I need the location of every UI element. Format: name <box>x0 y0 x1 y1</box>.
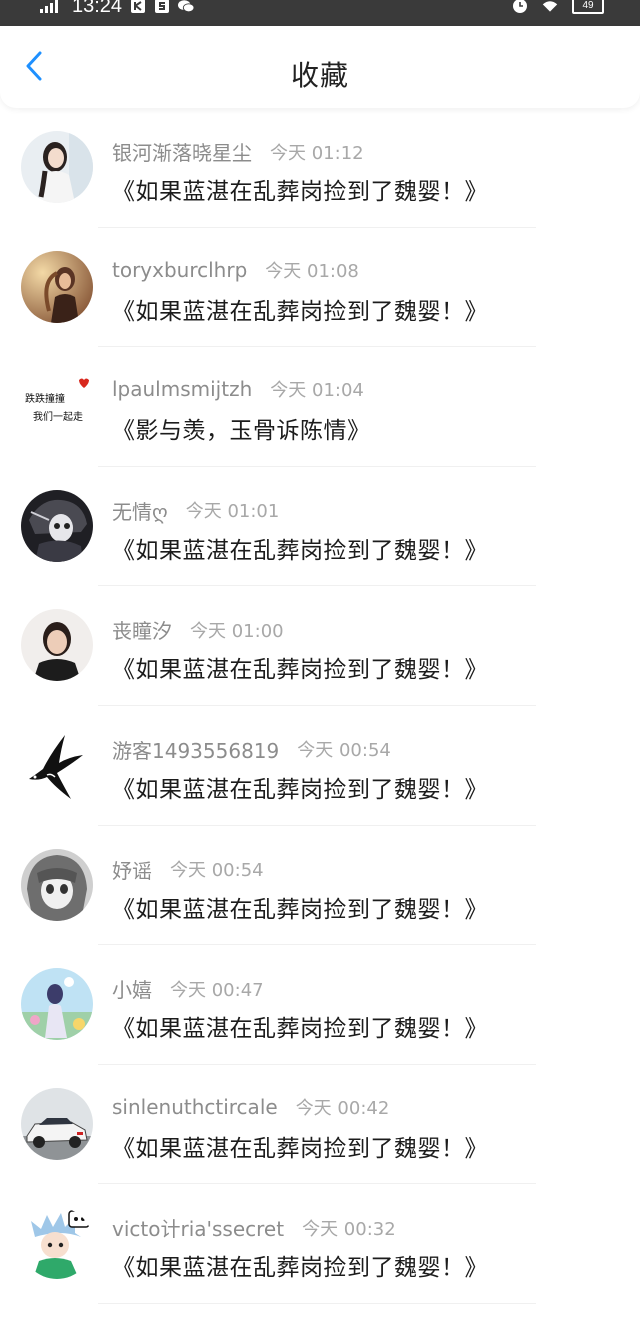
battery-icon: 49 <box>572 0 604 14</box>
timestamp: 今天 00:32 <box>302 1218 396 1240</box>
username[interactable]: victo计ria'ssecret <box>112 1213 284 1242</box>
avatar[interactable] <box>21 968 93 1041</box>
status-left: 13:24 <box>40 0 195 18</box>
avatar[interactable] <box>21 848 93 921</box>
avatar[interactable] <box>21 250 93 323</box>
wifi-icon <box>542 0 558 13</box>
avatar[interactable] <box>21 489 93 562</box>
username[interactable]: 无情ღ <box>112 496 168 525</box>
timestamp: 今天 00:47 <box>170 979 264 1001</box>
list-item[interactable]: 无情ღ 今天 01:01 《如果蓝湛在乱葬岗捡到了魏婴！》 <box>0 467 640 587</box>
timestamp: 今天 00:54 <box>170 860 264 882</box>
app-k-icon <box>130 0 146 13</box>
avatar[interactable] <box>21 1207 93 1280</box>
item-meta: 妤谣 今天 00:54 <box>112 855 264 884</box>
item-meta: 银河渐落晓星尘 今天 01:12 <box>112 137 364 166</box>
post-title[interactable]: 《如果蓝湛在乱葬岗捡到了魏婴！》 <box>112 172 488 206</box>
list-item[interactable]: toryxburclhrp 今天 01:08 《如果蓝湛在乱葬岗捡到了魏婴！》 <box>0 228 640 348</box>
item-meta: 丧瞳汐 今天 01:00 <box>112 615 284 644</box>
list-item[interactable]: 跌跌撞撞 我们一起走 lpaulmsmijtzh 今天 01:04 《影与羡，玉… <box>0 347 640 467</box>
username[interactable]: lpaulmsmijtzh <box>112 377 252 401</box>
post-title[interactable]: 《如果蓝湛在乱葬岗捡到了魏婴！》 <box>112 292 488 326</box>
username[interactable]: toryxburclhrp <box>112 258 247 282</box>
username[interactable]: 妤谣 <box>112 855 152 884</box>
favorites-list: 银河渐落晓星尘 今天 01:12 《如果蓝湛在乱葬岗捡到了魏婴！》 toryxb… <box>0 108 640 1304</box>
post-title[interactable]: 《如果蓝湛在乱葬岗捡到了魏婴！》 <box>112 1009 488 1043</box>
item-meta: victo计ria'ssecret 今天 00:32 <box>112 1213 396 1242</box>
list-item[interactable]: victo计ria'ssecret 今天 00:32 《如果蓝湛在乱葬岗捡到了魏… <box>0 1184 640 1304</box>
avatar[interactable]: 跌跌撞撞 我们一起走 <box>21 370 93 443</box>
timestamp: 今天 01:04 <box>270 380 364 402</box>
post-title[interactable]: 《如果蓝湛在乱葬岗捡到了魏婴！》 <box>112 890 488 924</box>
list-item[interactable]: 小嬉 今天 00:47 《如果蓝湛在乱葬岗捡到了魏婴！》 <box>0 945 640 1065</box>
post-title[interactable]: 《如果蓝湛在乱葬岗捡到了魏婴！》 <box>112 650 488 684</box>
signal-icon <box>40 0 58 13</box>
timestamp: 今天 01:12 <box>270 142 364 164</box>
header: 收藏 <box>0 26 640 108</box>
timestamp: 今天 00:42 <box>295 1097 390 1119</box>
post-title[interactable]: 《如果蓝湛在乱葬岗捡到了魏婴！》 <box>112 1129 488 1163</box>
item-meta: 小嬉 今天 00:47 <box>112 974 264 1003</box>
item-meta: 游客1493556819 今天 00:54 <box>112 735 391 764</box>
list-item[interactable]: 妤谣 今天 00:54 《如果蓝湛在乱葬岗捡到了魏婴！》 <box>0 826 640 946</box>
timestamp: 今天 01:08 <box>265 260 359 282</box>
item-meta: toryxburclhrp 今天 01:08 <box>112 257 359 283</box>
timestamp: 今天 01:00 <box>190 620 284 642</box>
status-right: 49 <box>512 0 604 18</box>
list-item[interactable]: sinlenuthctircale 今天 00:42 《如果蓝湛在乱葬岗捡到了魏… <box>0 1065 640 1185</box>
username[interactable]: 游客1493556819 <box>112 735 279 764</box>
post-title[interactable]: 《如果蓝湛在乱葬岗捡到了魏婴！》 <box>112 531 488 565</box>
username[interactable]: sinlenuthctircale <box>112 1095 278 1119</box>
status-time: 13:24 <box>72 0 123 17</box>
timestamp: 今天 01:01 <box>185 501 280 523</box>
avatar-text-line-1: 跌跌撞撞 <box>25 392 65 405</box>
page-title: 收藏 <box>290 59 349 92</box>
item-meta: lpaulmsmijtzh 今天 01:04 <box>112 376 364 402</box>
divider <box>98 1302 536 1304</box>
username[interactable]: 小嬉 <box>112 974 152 1003</box>
item-meta: 无情ღ 今天 01:01 <box>112 496 279 525</box>
avatar[interactable] <box>21 1087 93 1160</box>
avatar[interactable] <box>21 609 93 682</box>
timestamp: 今天 00:54 <box>297 740 391 762</box>
username[interactable]: 丧瞳汐 <box>112 615 172 644</box>
post-title[interactable]: 《如果蓝湛在乱葬岗捡到了魏婴！》 <box>112 770 488 804</box>
username[interactable]: 银河渐落晓星尘 <box>112 137 252 166</box>
app-s-icon <box>154 0 170 13</box>
post-title[interactable]: 《如果蓝湛在乱葬岗捡到了魏婴！》 <box>112 1248 488 1282</box>
list-item[interactable]: 游客1493556819 今天 00:54 《如果蓝湛在乱葬岗捡到了魏婴！》 <box>0 706 640 826</box>
status-bar: 13:24 49 <box>0 0 640 26</box>
list-item[interactable]: 丧瞳汐 今天 01:00 《如果蓝湛在乱葬岗捡到了魏婴！》 <box>0 586 640 706</box>
item-meta: sinlenuthctircale 今天 00:42 <box>112 1094 389 1120</box>
avatar[interactable] <box>21 728 93 801</box>
avatar-text-line-2: 我们一起走 <box>33 410 83 423</box>
avatar[interactable] <box>21 131 93 203</box>
wechat-icon <box>178 0 195 13</box>
post-title[interactable]: 《影与羡，玉骨诉陈情》 <box>112 411 371 445</box>
alarm-icon <box>512 0 528 13</box>
list-item[interactable]: 银河渐落晓星尘 今天 01:12 《如果蓝湛在乱葬岗捡到了魏婴！》 <box>0 108 640 228</box>
